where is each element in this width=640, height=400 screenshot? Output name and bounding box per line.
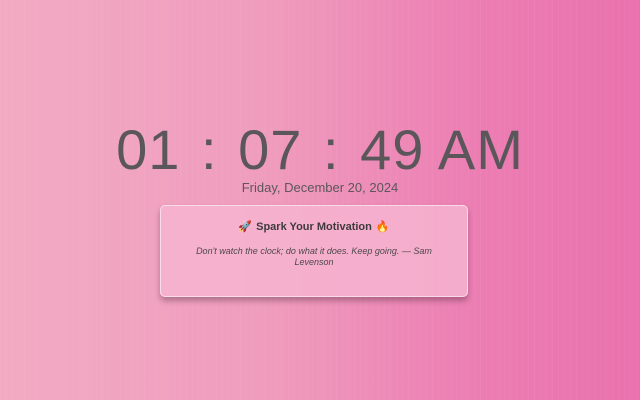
clock-separator: :	[200, 118, 218, 181]
current-date: Friday, December 20, 2024	[241, 180, 399, 195]
fire-icon: 🔥	[375, 220, 390, 233]
motivation-card-title: Spark Your Motivation	[256, 221, 372, 233]
clock-minutes: 07	[238, 118, 303, 181]
motivation-card-header: 🚀 Spark Your Motivation 🔥	[161, 221, 467, 233]
rocket-icon: 🚀	[238, 220, 253, 233]
motivation-quote: Don't watch the clock; do what it does. …	[196, 246, 432, 267]
clock-seconds: 49	[360, 118, 425, 181]
digital-clock: 01 : 07 : 49 AM	[0, 118, 640, 182]
clock-separator: :	[322, 118, 340, 181]
background-texture	[0, 0, 640, 400]
clock-period: AM	[437, 118, 524, 181]
clock-hours: 01	[116, 118, 181, 181]
motivation-card: 🚀 Spark Your Motivation 🔥 Don't watch th…	[160, 205, 468, 297]
